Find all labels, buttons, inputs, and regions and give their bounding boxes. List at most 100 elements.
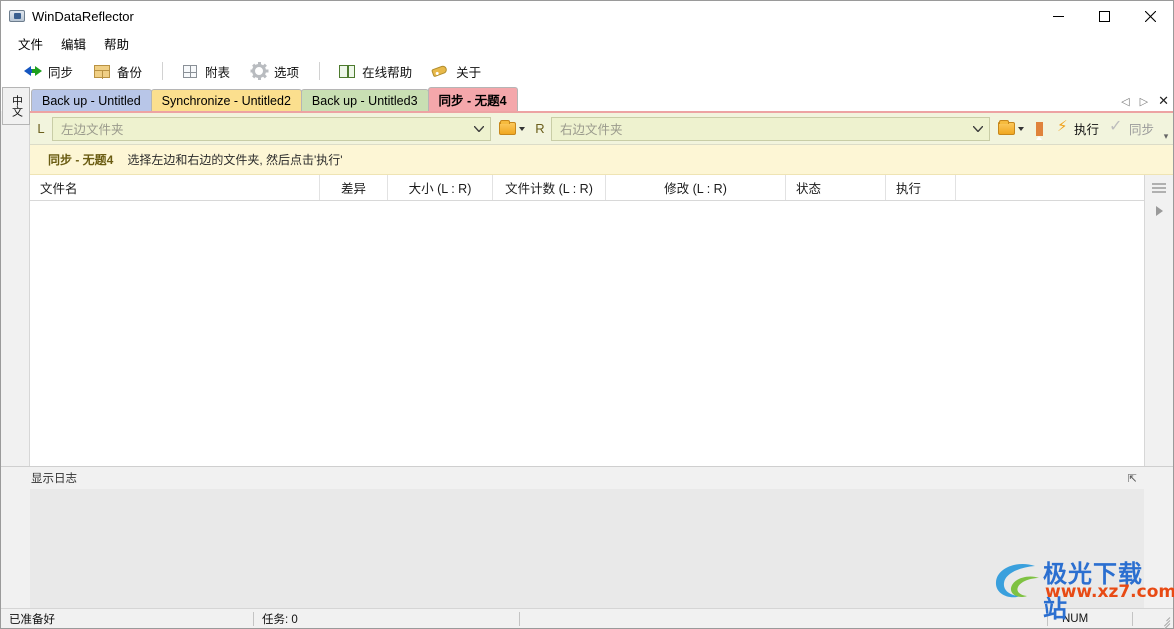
column-file-count[interactable]: 文件计数 (L : R) bbox=[493, 175, 606, 200]
chevron-down-icon[interactable] bbox=[468, 123, 490, 135]
left-folder-input[interactable]: 左边文件夹 bbox=[53, 119, 468, 138]
tab-navigation: ◁ ▷ ✕ bbox=[1121, 93, 1169, 109]
chevron-down-icon[interactable] bbox=[967, 123, 989, 135]
info-banner-message: 选择左边和右边的文件夹, 然后点击'执行' bbox=[127, 151, 342, 168]
column-action[interactable]: 执行 bbox=[886, 175, 956, 200]
pin-icon[interactable]: ⇱ bbox=[1128, 472, 1137, 485]
file-list-area: 文件名 差异 大小 (L : R) 文件计数 (L : R) 修改 (L : R… bbox=[30, 175, 1173, 466]
checkmark-icon bbox=[1109, 121, 1126, 137]
toolbar-backup-label: 备份 bbox=[117, 62, 142, 81]
backup-box-icon bbox=[93, 62, 111, 80]
table-icon bbox=[181, 62, 199, 80]
column-size[interactable]: 大小 (L : R) bbox=[388, 175, 493, 200]
toolbar-sync[interactable]: 同步 bbox=[15, 58, 82, 84]
info-banner: 同步 - 无题4 选择左边和右边的文件夹, 然后点击'执行' bbox=[30, 145, 1173, 175]
column-modified[interactable]: 修改 (L : R) bbox=[606, 175, 786, 200]
resize-grip[interactable] bbox=[1157, 612, 1171, 626]
main-body: L 左边文件夹 R 右边文件夹 bbox=[1, 111, 1173, 466]
vertical-side-strip[interactable]: 中文 bbox=[2, 87, 30, 125]
tab-next-button[interactable]: ▷ bbox=[1140, 95, 1148, 108]
column-filler bbox=[956, 175, 1144, 200]
status-middle bbox=[520, 609, 1047, 629]
status-ready: 已准备好 bbox=[1, 609, 253, 629]
folder-selection-row: L 左边文件夹 R 右边文件夹 bbox=[30, 113, 1173, 145]
column-filename-label: 文件名 bbox=[30, 178, 78, 197]
log-panel-body-wrapper bbox=[1, 489, 1173, 608]
toolbar-separator-1 bbox=[162, 62, 163, 80]
log-right-gutter bbox=[1144, 489, 1173, 608]
log-panel-title: 显示日志 bbox=[31, 470, 77, 486]
toolbar-attached-table-label: 附表 bbox=[205, 62, 230, 81]
expand-right-icon[interactable] bbox=[1156, 206, 1163, 216]
menu-help[interactable]: 帮助 bbox=[95, 31, 138, 56]
tab-label: 同步 - 无题4 bbox=[439, 90, 507, 109]
bookmark-button[interactable] bbox=[1028, 117, 1052, 141]
toolbar-online-help-label: 在线帮助 bbox=[362, 62, 412, 81]
tab-content-panel: L 左边文件夹 R 右边文件夹 bbox=[30, 111, 1173, 466]
execute-label: 执行 bbox=[1074, 119, 1099, 138]
file-list-body[interactable] bbox=[30, 201, 1144, 466]
right-browse-folder-button[interactable] bbox=[994, 117, 1028, 141]
status-task-count: 任务: 0 bbox=[254, 609, 519, 629]
sync-button[interactable]: 同步 bbox=[1104, 116, 1159, 142]
tab-backup-untitled[interactable]: Back up - Untitled bbox=[31, 89, 152, 111]
chevron-down-icon[interactable] bbox=[519, 127, 525, 131]
toolbar-options-label: 选项 bbox=[274, 62, 299, 81]
menu-edit[interactable]: 编辑 bbox=[52, 31, 95, 56]
toolbar-options[interactable]: 选项 bbox=[241, 58, 308, 84]
column-filename[interactable]: 文件名 bbox=[30, 175, 320, 200]
toolbar-about[interactable]: 关于 bbox=[423, 58, 490, 84]
toolbar-about-label: 关于 bbox=[456, 62, 481, 81]
column-difference[interactable]: 差异 bbox=[320, 175, 388, 200]
tab-prev-button[interactable]: ◁ bbox=[1121, 95, 1129, 108]
maximize-button[interactable] bbox=[1081, 1, 1127, 31]
column-status[interactable]: 状态 bbox=[786, 175, 886, 200]
list-lines-icon[interactable] bbox=[1152, 183, 1166, 194]
execute-button[interactable]: 执行 bbox=[1052, 116, 1104, 142]
sync-label: 同步 bbox=[1129, 119, 1154, 138]
right-folder-combobox[interactable]: 右边文件夹 bbox=[551, 117, 990, 141]
tab-label: Synchronize - Untitled2 bbox=[162, 94, 291, 108]
window-controls bbox=[1035, 1, 1173, 31]
toolbar-overflow-button[interactable]: ▾ bbox=[1159, 131, 1173, 144]
tab-label: Back up - Untitled3 bbox=[312, 94, 418, 108]
tab-sync-untitled4[interactable]: 同步 - 无题4 bbox=[428, 87, 518, 111]
tab-label: Back up - Untitled bbox=[42, 94, 141, 108]
left-folder-combobox[interactable]: 左边文件夹 bbox=[52, 117, 491, 141]
toolbar-separator-2 bbox=[319, 62, 320, 80]
right-folder-input[interactable]: 右边文件夹 bbox=[552, 119, 967, 138]
chevron-down-icon[interactable] bbox=[1018, 127, 1024, 131]
application-window: WinDataReflector 文件 编辑 帮助 同步 备份 bbox=[0, 0, 1174, 629]
bookmark-icon bbox=[1036, 122, 1043, 136]
toolbar-attached-table[interactable]: 附表 bbox=[172, 58, 239, 84]
disk-icon bbox=[9, 8, 25, 24]
left-side-label: L bbox=[30, 121, 52, 136]
info-banner-tag: 同步 - 无题4 bbox=[48, 151, 113, 168]
tab-synchronize-untitled2[interactable]: Synchronize - Untitled2 bbox=[151, 89, 302, 111]
right-side-label: R bbox=[529, 121, 551, 136]
minimize-button[interactable] bbox=[1035, 1, 1081, 31]
tab-close-button[interactable]: ✕ bbox=[1158, 93, 1169, 109]
status-bar: 已准备好 任务: 0 NUM bbox=[1, 608, 1173, 628]
sync-arrows-icon bbox=[24, 62, 42, 80]
left-gutter bbox=[1, 111, 30, 466]
toolbar-backup[interactable]: 备份 bbox=[84, 58, 151, 84]
window-title: WinDataReflector bbox=[32, 9, 134, 24]
right-rail bbox=[1144, 175, 1173, 466]
left-browse-folder-button[interactable] bbox=[495, 117, 529, 141]
menu-bar: 文件 编辑 帮助 bbox=[1, 31, 1173, 55]
status-num-lock: NUM bbox=[1048, 609, 1132, 629]
log-output[interactable] bbox=[30, 489, 1144, 608]
vertical-strip-label: 中文 bbox=[11, 95, 22, 117]
file-list: 文件名 差异 大小 (L : R) 文件计数 (L : R) 修改 (L : R… bbox=[30, 175, 1144, 466]
folder-icon bbox=[499, 122, 516, 135]
tab-backup-untitled3[interactable]: Back up - Untitled3 bbox=[301, 89, 429, 111]
toolbar-sync-label: 同步 bbox=[48, 62, 73, 81]
file-list-header: 文件名 差异 大小 (L : R) 文件计数 (L : R) 修改 (L : R… bbox=[30, 175, 1144, 201]
tab-bar: Back up - Untitled Synchronize - Untitle… bbox=[1, 87, 1173, 111]
close-button[interactable] bbox=[1127, 1, 1173, 31]
menu-file[interactable]: 文件 bbox=[9, 31, 52, 56]
log-panel-header: 显示日志 ⇱ bbox=[1, 467, 1173, 489]
toolbar-online-help[interactable]: 在线帮助 bbox=[329, 58, 421, 84]
log-left-gutter bbox=[1, 489, 30, 608]
